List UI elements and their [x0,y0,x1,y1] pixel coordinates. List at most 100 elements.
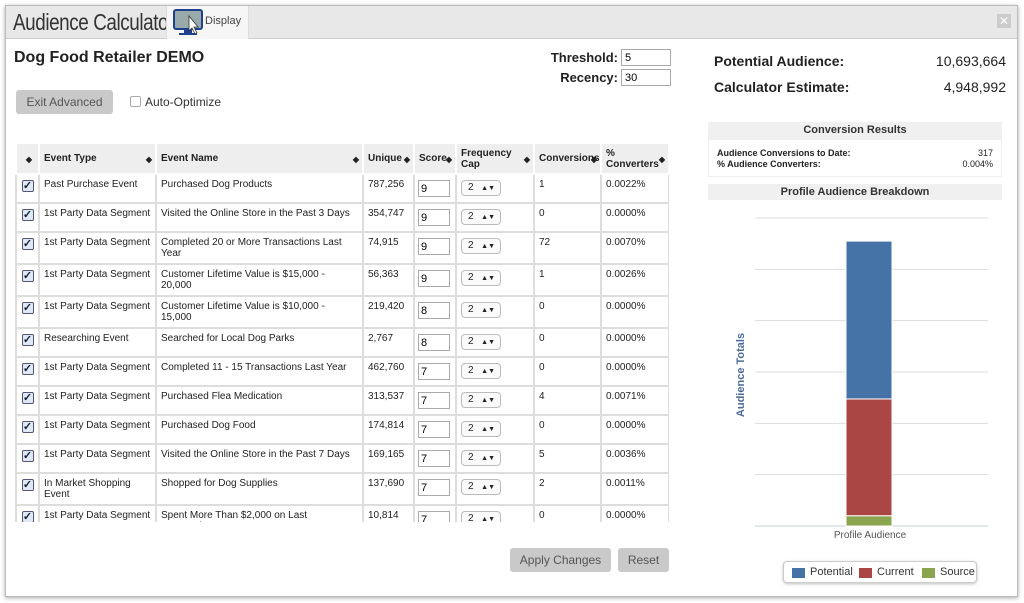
frequency-cap-value: 2 [468,394,474,405]
frequency-cap-select[interactable]: 2 ▲▼ [461,334,501,350]
score-input[interactable] [418,238,450,255]
score-input[interactable] [418,511,450,522]
frequency-cap-select[interactable]: 2 ▲▼ [461,511,501,522]
bar-segment-current[interactable] [845,398,893,517]
unique-cell: 787,256 [362,173,415,204]
potential-audience-label: Potential Audience: [714,53,845,69]
score-input[interactable] [418,270,450,287]
conversions-cell: 0 [533,327,602,358]
row-checkbox[interactable]: ✓ [21,180,34,192]
sort-icon[interactable]: ◆ [404,154,410,165]
frequency-cap-select[interactable]: 2 ▲▼ [461,450,501,466]
events-table-scroll[interactable]: ◆ Event Type ◆ Event Name ◆ Unique ◆ Score ◆ Fre… [15,142,669,522]
frequency-cap-select[interactable]: 2 ▲▼ [461,421,501,437]
header-frequency-cap[interactable]: Frequency Cap ◆ [455,142,535,175]
row-checkbox[interactable]: ✓ [21,421,34,433]
frequency-cap-select[interactable]: 2 ▲▼ [461,363,501,379]
table-row: ✓ 1st Party Data Segment Visited the Onl… [15,202,669,233]
conversions-cell: 5 [533,443,602,474]
recency-input[interactable] [621,69,671,86]
row-checkbox[interactable]: ✓ [21,363,34,375]
frequency-cap-select[interactable]: 2 ▲▼ [461,392,501,408]
score-input[interactable] [418,209,450,226]
header-select[interactable]: ◆ [15,142,40,175]
event-name-cell: Customer Lifetime Value is $10,000 - 15,… [155,295,364,329]
select-arrows-icon: ▲▼ [481,455,495,462]
exit-advanced-button[interactable]: Exit Advanced [16,90,113,114]
frequency-cap-select[interactable]: 2 ▲▼ [461,180,501,196]
score-input[interactable] [418,450,450,467]
sort-icon[interactable]: ◆ [591,154,597,165]
frequency-cap-select[interactable]: 2 ▲▼ [461,270,501,286]
pct-converters-cell: 0.0022% [600,173,669,204]
row-checkbox[interactable]: ✓ [21,511,34,522]
row-checkbox[interactable]: ✓ [21,209,34,221]
frequency-cap-value: 2 [468,304,474,315]
pct-converters-cell: 0.0000% [600,202,669,233]
legend-item-potential[interactable]: Potential [810,566,853,578]
table-row: ✓ 1st Party Data Segment Completed 11 - … [15,356,669,387]
auto-optimize-checkbox[interactable] [130,96,141,107]
event-name-cell: Customer Lifetime Value is $15,000 - 20,… [155,263,364,297]
header-event-name[interactable]: Event Name ◆ [155,142,364,175]
sort-icon[interactable]: ◆ [146,154,152,165]
header-event-type[interactable]: Event Type ◆ [38,142,157,175]
score-input[interactable] [418,302,450,319]
bar-segment-potential[interactable] [845,240,893,400]
select-arrows-icon: ▲▼ [481,516,495,522]
pct-converters-cell: 0.0071% [600,385,669,416]
frequency-cap-value: 2 [468,365,474,376]
score-input[interactable] [418,421,450,438]
row-checkbox[interactable]: ✓ [21,450,34,462]
sort-icon[interactable]: ◆ [659,154,665,165]
score-input[interactable] [418,180,450,197]
calculator-estimate-value: 4,948,992 [943,79,1006,95]
title-bar: Audience Calculator Display ✕ [6,6,1017,39]
sort-icon[interactable]: ◆ [353,154,359,165]
conversions-cell: 0 [533,356,602,387]
pct-converters-cell: 0.0026% [600,263,669,297]
row-checkbox[interactable]: ✓ [21,392,34,404]
score-input[interactable] [418,479,450,496]
row-checkbox[interactable]: ✓ [21,479,34,491]
sort-icon[interactable]: ◆ [446,154,452,165]
row-checkbox[interactable]: ✓ [21,302,34,314]
threshold-input[interactable] [621,49,671,66]
legend-swatch [922,568,935,578]
header-pct-converters[interactable]: % Converters ◆ [600,142,669,175]
header-label: Event Type [44,153,97,164]
select-arrows-icon: ▲▼ [481,484,495,491]
table-row: ✓ 1st Party Data Segment Completed 20 or… [15,231,669,265]
header-conversions[interactable]: Conversions ◆ [533,142,602,175]
tab-display[interactable]: Display [166,6,249,39]
legend-item-current[interactable]: Current [877,566,914,578]
row-checkbox[interactable]: ✓ [21,334,34,346]
event-type-cell: Researching Event [38,327,157,358]
frequency-cap-select[interactable]: 2 ▲▼ [461,479,501,495]
header-score[interactable]: Score ◆ [413,142,457,175]
frequency-cap-value: 2 [468,481,474,492]
bar-segment-source[interactable] [845,515,893,527]
reset-button[interactable]: Reset [618,548,669,572]
unique-cell: 56,363 [362,263,415,297]
row-checkbox[interactable]: ✓ [21,238,34,250]
frequency-cap-select[interactable]: 2 ▲▼ [461,238,501,254]
event-name-cell: Purchased Dog Products [155,173,364,204]
sort-icon[interactable]: ◆ [524,154,530,165]
conversion-results: Audience Conversions to Date: 317 % Audie… [708,139,1002,177]
close-icon[interactable]: ✕ [997,14,1011,28]
apply-changes-button[interactable]: Apply Changes [510,548,611,572]
frequency-cap-value: 2 [468,211,474,222]
legend-item-source[interactable]: Source [940,566,975,578]
frequency-cap-select[interactable]: 2 ▲▼ [461,209,501,225]
event-type-cell: 1st Party Data Segment [38,263,157,297]
score-input[interactable] [418,363,450,380]
header-label: Frequency Cap [461,147,512,170]
score-input[interactable] [418,392,450,409]
header-unique[interactable]: Unique ◆ [362,142,415,175]
frequency-cap-select[interactable]: 2 ▲▼ [461,302,501,318]
row-checkbox[interactable]: ✓ [21,270,34,282]
event-type-cell: 1st Party Data Segment [38,504,157,522]
event-name-cell: Completed 11 - 15 Transactions Last Year [155,356,364,387]
score-input[interactable] [418,334,450,351]
